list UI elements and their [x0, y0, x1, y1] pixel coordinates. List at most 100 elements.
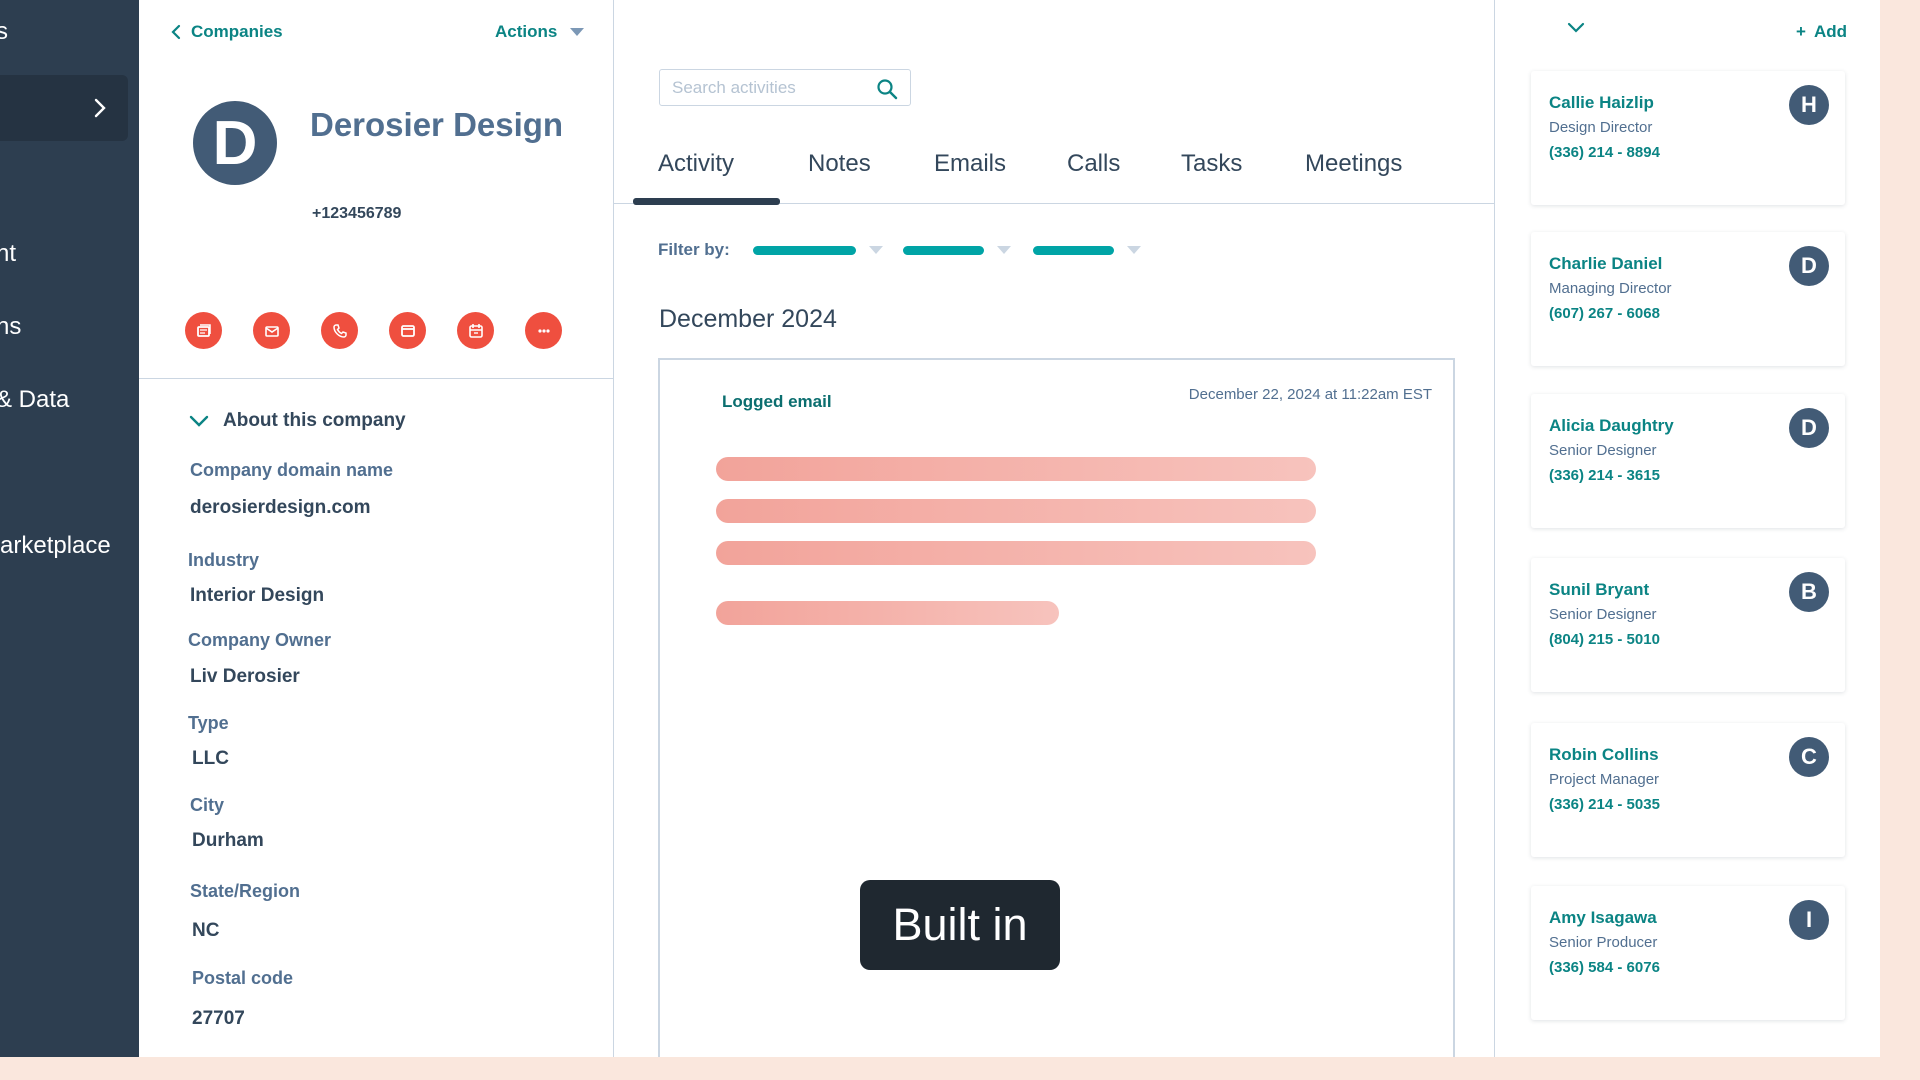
- tab-meetings[interactable]: Meetings: [1305, 150, 1402, 178]
- section-divider: [139, 378, 614, 379]
- contact-card[interactable]: Alicia Daughtry Senior Designer (336) 21…: [1531, 394, 1845, 528]
- filter-dropdown-2[interactable]: [903, 245, 1012, 255]
- redacted-line: [716, 601, 1059, 625]
- contact-phone[interactable]: (336) 214 - 5035: [1549, 796, 1660, 813]
- search-input[interactable]: [672, 76, 872, 100]
- note-icon: [196, 323, 211, 337]
- company-phone: +123456789: [312, 205, 402, 222]
- prop-value-domain[interactable]: derosierdesign.com: [190, 497, 371, 519]
- contact-role: Senior Designer: [1549, 606, 1657, 623]
- filter-dropdown-1[interactable]: [753, 245, 884, 255]
- add-label: Add: [1813, 22, 1847, 41]
- prop-label-domain: Company domain name: [190, 460, 394, 480]
- plus-icon: +: [1796, 22, 1806, 41]
- contact-phone[interactable]: (336) 214 - 8894: [1549, 144, 1660, 161]
- contact-name[interactable]: Charlie Daniel: [1549, 254, 1662, 274]
- prop-value-state[interactable]: NC: [192, 920, 219, 942]
- search-activities: [659, 69, 911, 106]
- contacts-panel: + Add Callie Haizlip Design Director (33…: [1495, 0, 1880, 1057]
- back-label: Companies: [191, 22, 283, 41]
- tab-activity[interactable]: Activity: [658, 150, 734, 178]
- filter-value-placeholder: [753, 245, 856, 255]
- prop-value-owner[interactable]: Liv Derosier: [190, 666, 300, 688]
- search-icon[interactable]: [876, 78, 898, 100]
- contact-name[interactable]: Amy Isagawa: [1549, 908, 1657, 928]
- contact-card[interactable]: Callie Haizlip Design Director (336) 214…: [1531, 71, 1845, 205]
- prop-label-type: Type: [188, 713, 229, 733]
- company-panel: Companies Actions D Derosier Design +123…: [139, 0, 614, 1057]
- task-icon: [400, 324, 415, 337]
- contact-name[interactable]: Callie Haizlip: [1549, 93, 1654, 113]
- nav-item-1[interactable]: s: [0, 18, 8, 46]
- contact-name[interactable]: Robin Collins: [1549, 745, 1659, 765]
- prop-label-owner: Company Owner: [188, 630, 332, 650]
- logged-email-card[interactable]: Logged email December 22, 2024 at 11:22a…: [658, 358, 1455, 703]
- email-icon: [264, 325, 279, 337]
- chevron-down-icon[interactable]: [1567, 22, 1585, 34]
- main-nav: s nt ns & Data arketplace: [0, 0, 139, 1057]
- prop-label-industry: Industry: [188, 550, 260, 570]
- chevron-left-icon: [171, 24, 181, 40]
- prop-value-type[interactable]: LLC: [192, 748, 229, 770]
- backdrop-bottom: [0, 1057, 1920, 1080]
- contact-phone[interactable]: (336) 584 - 6076: [1549, 959, 1660, 976]
- avatar: I: [1789, 900, 1829, 940]
- tab-notes[interactable]: Notes: [808, 150, 871, 178]
- contact-card[interactable]: Amy Isagawa Senior Producer (336) 584 - …: [1531, 886, 1845, 1020]
- tab-emails[interactable]: Emails: [934, 150, 1006, 178]
- avatar: D: [1789, 246, 1829, 286]
- caret-down-icon: [1127, 246, 1141, 254]
- tab-tasks[interactable]: Tasks: [1181, 150, 1242, 178]
- redacted-line: [716, 541, 1316, 565]
- about-section-toggle[interactable]: About this company: [189, 410, 406, 432]
- nav-item-active[interactable]: [0, 75, 128, 141]
- more-button[interactable]: [525, 312, 562, 349]
- actions-dropdown[interactable]: Actions: [495, 22, 585, 42]
- call-button[interactable]: [321, 312, 358, 349]
- contact-phone[interactable]: (607) 267 - 6068: [1549, 305, 1660, 322]
- redacted-line: [716, 457, 1316, 481]
- contact-card[interactable]: Charlie Daniel Managing Director (607) 2…: [1531, 232, 1845, 366]
- calendar-icon: [468, 323, 483, 338]
- backdrop-right: [1880, 0, 1920, 1080]
- card-title: Logged email: [722, 392, 832, 411]
- note-button[interactable]: [185, 312, 222, 349]
- nav-item-3[interactable]: ns: [0, 313, 21, 341]
- contact-role: Design Director: [1549, 119, 1653, 136]
- add-contact-button[interactable]: + Add: [1796, 22, 1847, 42]
- chevron-down-icon: [189, 415, 209, 427]
- filter-value-placeholder: [903, 245, 984, 255]
- avatar: H: [1789, 85, 1829, 125]
- caret-down-icon: [869, 246, 883, 254]
- nav-item-2[interactable]: nt: [0, 240, 16, 268]
- company-name: Derosier Design: [310, 106, 564, 143]
- actions-label: Actions: [495, 22, 558, 41]
- contact-name[interactable]: Sunil Bryant: [1549, 580, 1649, 600]
- activity-panel: Activity Notes Emails Calls Tasks Meetin…: [614, 0, 1495, 1057]
- meeting-button[interactable]: [457, 312, 494, 349]
- caret-down-icon: [570, 28, 585, 36]
- active-tab-indicator: [633, 198, 780, 205]
- contact-card[interactable]: Sunil Bryant Senior Designer (804) 215 -…: [1531, 558, 1845, 692]
- filter-dropdown-3[interactable]: [1033, 245, 1142, 255]
- prop-value-industry[interactable]: Interior Design: [190, 585, 324, 607]
- contact-role: Project Manager: [1549, 771, 1660, 788]
- contact-phone[interactable]: (804) 215 - 5010: [1549, 631, 1660, 648]
- prop-value-city[interactable]: Durham: [192, 830, 264, 852]
- contact-phone[interactable]: (336) 214 - 3615: [1549, 467, 1660, 484]
- filter-value-placeholder: [1033, 245, 1114, 255]
- companies-back-link[interactable]: Companies: [171, 22, 283, 42]
- month-heading: December 2024: [659, 305, 837, 333]
- prop-label-city: City: [190, 795, 225, 815]
- contact-name[interactable]: Alicia Daughtry: [1549, 416, 1674, 436]
- nav-item-5[interactable]: arketplace: [0, 532, 111, 560]
- contact-role: Senior Producer: [1549, 934, 1658, 951]
- avatar: D: [1789, 408, 1829, 448]
- tab-calls[interactable]: Calls: [1067, 150, 1120, 178]
- email-button[interactable]: [253, 312, 290, 349]
- nav-item-4[interactable]: & Data: [0, 386, 69, 414]
- prop-value-postal[interactable]: 27707: [192, 1008, 245, 1030]
- contact-card[interactable]: Robin Collins Project Manager (336) 214 …: [1531, 723, 1845, 857]
- task-button[interactable]: [389, 312, 426, 349]
- redacted-line: [716, 499, 1316, 523]
